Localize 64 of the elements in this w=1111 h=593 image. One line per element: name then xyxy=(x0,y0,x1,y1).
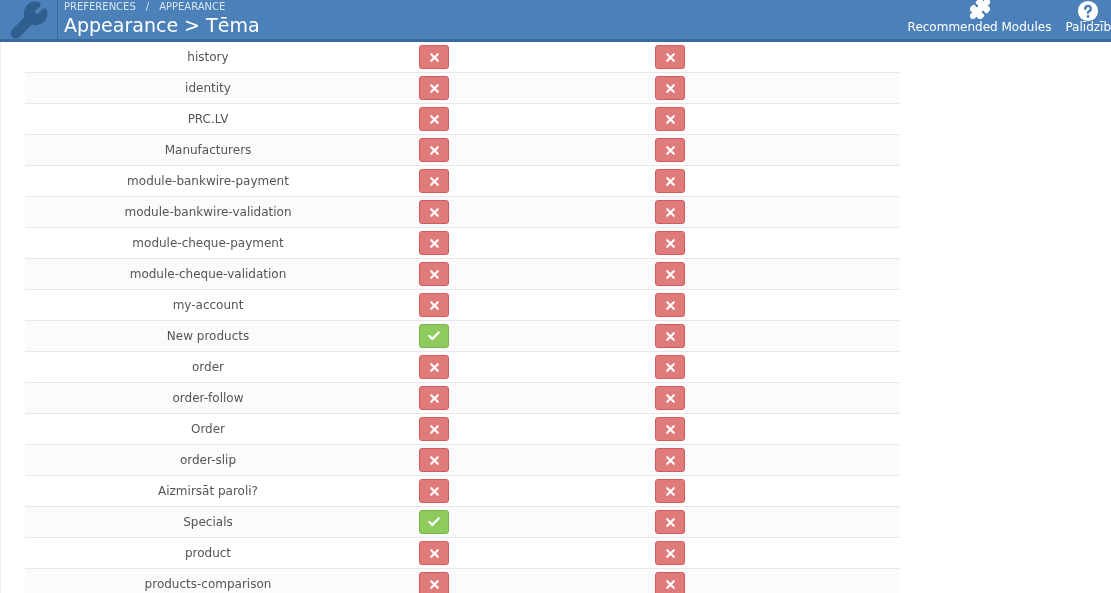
close-icon xyxy=(663,174,677,188)
close-icon xyxy=(427,81,441,95)
table-cell-text: module-bankwire-validation xyxy=(123,205,293,219)
close-icon xyxy=(663,298,677,312)
close-icon xyxy=(427,205,441,219)
close-icon xyxy=(427,360,441,374)
help-link[interactable]: Palīdzīb xyxy=(1065,0,1111,34)
close-icon xyxy=(663,484,677,498)
breadcrumb-item[interactable]: APPEARANCE xyxy=(159,0,226,13)
table-cell-text: Specials xyxy=(182,515,234,529)
table-cell-text: order xyxy=(191,360,225,374)
page-title: Appearance > Tēma xyxy=(64,13,261,37)
close-icon xyxy=(427,391,441,405)
table-cell-text: module-cheque-validation xyxy=(128,267,288,281)
close-icon xyxy=(663,143,677,157)
close-icon xyxy=(427,143,441,157)
table-cell-text: Manufacturers xyxy=(163,143,253,157)
puzzle-icon xyxy=(968,0,991,20)
close-icon xyxy=(663,205,677,219)
table-cell-text: my-account xyxy=(171,298,245,312)
close-icon xyxy=(663,236,677,250)
close-icon xyxy=(663,453,677,467)
close-icon xyxy=(663,112,677,126)
close-icon xyxy=(663,391,677,405)
table-cell-text: module-bankwire-payment xyxy=(126,174,290,188)
wrench-icon xyxy=(8,0,49,39)
close-icon xyxy=(663,515,677,529)
close-icon xyxy=(663,422,677,436)
close-icon xyxy=(663,546,677,560)
close-icon xyxy=(663,267,677,281)
table-cell-text: order-slip xyxy=(178,453,238,467)
close-icon xyxy=(663,81,677,95)
table-cell-text: identity xyxy=(184,81,232,95)
breadcrumb-item[interactable]: PREFERENCES xyxy=(64,0,136,13)
close-icon xyxy=(663,329,677,343)
table-cell-text: Aizmirsāt paroli? xyxy=(157,484,259,498)
close-icon xyxy=(663,360,677,374)
check-icon xyxy=(427,329,441,343)
close-icon xyxy=(427,112,441,126)
table-cell-text: product xyxy=(183,546,233,560)
modules-link[interactable]: Recommended Modules xyxy=(907,0,1052,34)
close-icon xyxy=(427,422,441,436)
enabled-toggle[interactable] xyxy=(419,324,449,348)
check-icon xyxy=(427,515,441,529)
close-icon xyxy=(427,577,441,591)
table-cell-text: module-cheque-payment xyxy=(131,236,285,250)
close-icon xyxy=(427,267,441,281)
close-icon xyxy=(427,50,441,64)
enabled-toggle[interactable] xyxy=(419,510,449,534)
table-cell-text: products-comparison xyxy=(143,577,273,591)
close-icon xyxy=(427,484,441,498)
close-icon xyxy=(427,453,441,467)
table-cell-text: order-follow xyxy=(171,391,245,405)
close-icon xyxy=(427,546,441,560)
close-icon xyxy=(427,174,441,188)
close-icon xyxy=(427,298,441,312)
breadcrumb-item: / xyxy=(145,0,150,13)
close-icon xyxy=(663,577,677,591)
close-icon xyxy=(663,50,677,64)
table-cell-text: history xyxy=(186,50,230,64)
table-cell-text: Order xyxy=(189,422,227,436)
close-icon xyxy=(427,236,441,250)
table-cell-text: New products xyxy=(165,329,251,343)
table-cell-text: PRC.LV xyxy=(186,112,230,126)
